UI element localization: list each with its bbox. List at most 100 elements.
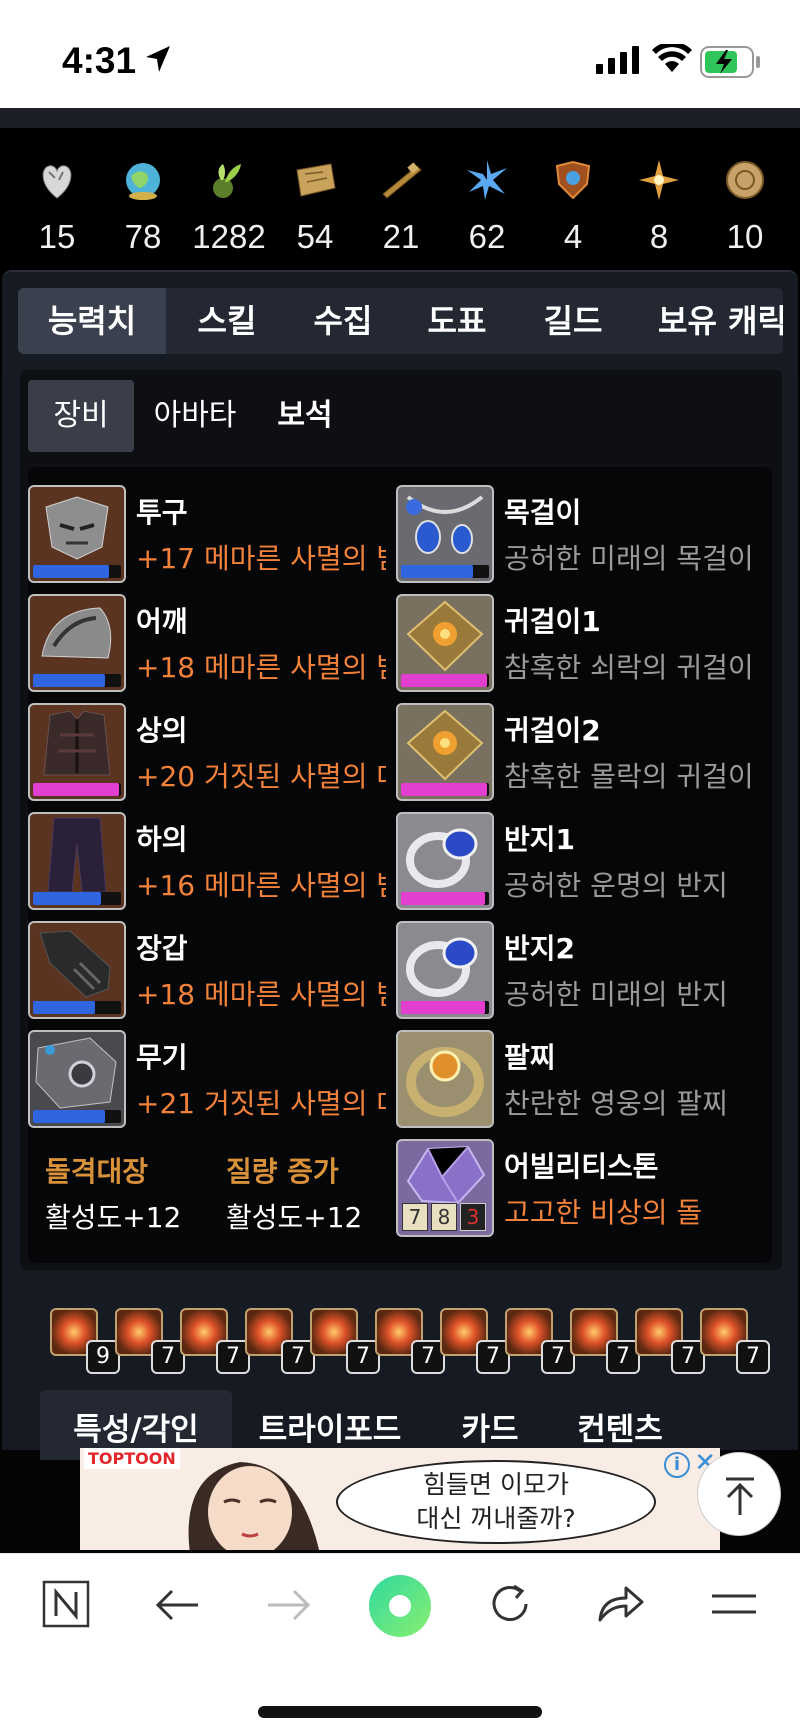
wifi-icon — [652, 44, 692, 72]
tab-characters[interactable]: 보유 캐릭 — [632, 288, 783, 354]
quality-bar — [401, 565, 473, 578]
gem-slot[interactable]: 7 — [700, 1308, 770, 1374]
share-icon[interactable] — [596, 1584, 646, 1624]
refresh-icon[interactable] — [488, 1582, 532, 1626]
tab-gems[interactable]: 보석 — [262, 380, 348, 452]
weapon-thumbnail — [28, 1030, 126, 1128]
engraving-value: 활성도+12 — [226, 1201, 363, 1234]
equip-shoulder[interactable]: 어깨 +18 메마른 사멸의 밤 견 — [28, 594, 388, 692]
stone-level: 7 — [402, 1203, 428, 1231]
resource-compass[interactable]: 8 — [616, 158, 702, 256]
quality-bar — [33, 1001, 95, 1014]
equip-chest[interactable]: 상의 +20 거짓된 사멸의 대지 — [28, 703, 388, 801]
tab-guild[interactable]: 길드 — [514, 288, 632, 354]
ring-icon — [406, 937, 478, 997]
equip-earring2[interactable]: 귀걸이2 참혹한 몰락의 귀걸이 — [396, 703, 776, 801]
equip-weapon[interactable]: 무기 +21 거짓된 사멸의 대지 — [28, 1030, 388, 1128]
menu-icon[interactable] — [710, 1590, 758, 1618]
cellular-signal-icon — [596, 46, 639, 74]
earring-icon — [406, 600, 484, 672]
gem-slot[interactable]: 7 — [635, 1308, 705, 1374]
chest-armor-icon — [43, 710, 111, 776]
engraving-name[interactable]: 질량 증가 — [226, 1150, 339, 1190]
equip-item-name: +18 메마른 사멸의 밤 견 — [136, 651, 386, 684]
equip-slot-name: 어빌리티스톤 — [504, 1150, 659, 1183]
gem-slot[interactable]: 7 — [245, 1308, 315, 1374]
helmet-icon — [45, 496, 109, 560]
gem-slot[interactable]: 7 — [375, 1308, 445, 1374]
ad-brand-logo: TOPTOON — [84, 1448, 180, 1469]
ring-icon — [406, 828, 478, 888]
stone-level: 8 — [431, 1203, 457, 1231]
tab-stats[interactable]: 능력치 — [18, 288, 166, 354]
map-scroll-icon — [296, 163, 336, 197]
equip-item-name: 공허한 미래의 반지 — [504, 978, 728, 1011]
ability-stone-thumbnail: 7 8 3 — [396, 1139, 494, 1237]
equip-ability-stone[interactable]: 7 8 3 어빌리티스톤 고고한 비상의 돌 — [396, 1139, 776, 1237]
resource-telescope[interactable]: 21 — [358, 158, 444, 256]
earring2-thumbnail — [396, 703, 494, 801]
compass-star-icon — [639, 160, 679, 200]
gem-slot[interactable]: 7 — [570, 1308, 640, 1374]
ad-banner[interactable]: TOPTOON 힘들면 이모가 대신 꺼내줄까? i ✕ — [80, 1448, 720, 1550]
necklace-icon — [406, 495, 484, 554]
equip-slot-name: 반지1 — [504, 823, 576, 856]
resource-coin[interactable]: 10 — [702, 158, 788, 256]
equip-gloves[interactable]: 장갑 +18 메마른 사멸의 밤 장 — [28, 921, 388, 1019]
tab-avatar[interactable]: 아바타 — [140, 380, 250, 452]
resource-leaf[interactable]: 62 — [444, 158, 530, 256]
earring1-thumbnail — [396, 594, 494, 692]
gem-level: 7 — [736, 1340, 770, 1374]
gem-slot[interactable]: 7 — [115, 1308, 185, 1374]
quality-bar — [33, 1110, 105, 1123]
naver-home-icon[interactable] — [42, 1580, 90, 1628]
equip-slot-name: 하의 — [136, 823, 188, 856]
resource-heart[interactable]: 15 — [14, 158, 100, 256]
equip-ring2[interactable]: 반지2 공허한 미래의 반지 — [396, 921, 776, 1019]
naver-green-dot-icon[interactable] — [368, 1574, 432, 1638]
resource-sprout[interactable]: 1282 — [186, 158, 272, 256]
gloves-thumbnail — [28, 921, 126, 1019]
equip-necklace[interactable]: 목걸이 공허한 미래의 목걸이 — [396, 485, 776, 583]
equip-item-name: 참혹한 쇠락의 귀걸이 — [504, 651, 754, 684]
quality-bar — [33, 892, 101, 905]
gem-slot[interactable]: 9 — [50, 1308, 120, 1374]
tab-equipment[interactable]: 장비 — [28, 380, 134, 452]
gem-slot[interactable]: 7 — [440, 1308, 510, 1374]
resource-globe[interactable]: 78 — [100, 158, 186, 256]
back-arrow-icon[interactable] — [154, 1585, 200, 1625]
equip-ring1[interactable]: 반지1 공허한 운명의 반지 — [396, 812, 776, 910]
ad-speech-bubble: 힘들면 이모가 대신 꺼내줄까? — [336, 1460, 656, 1544]
equip-item-name: 참혹한 몰락의 귀걸이 — [504, 760, 754, 793]
gem-slot[interactable]: 7 — [180, 1308, 250, 1374]
sprout-icon — [213, 164, 241, 198]
gem-slot[interactable]: 7 — [505, 1308, 575, 1374]
tab-skills[interactable]: 스킬 — [168, 288, 286, 354]
engraving-name[interactable]: 돌격대장 — [45, 1150, 148, 1190]
main-tab-bar: 능력치 스킬 수집 도표 길드 보유 캐릭 — [18, 288, 783, 354]
earring-icon — [406, 709, 484, 781]
ad-info-icon[interactable]: i — [664, 1452, 690, 1478]
status-bar: 4:31 — [0, 0, 800, 108]
equip-item-name: +21 거짓된 사멸의 대지 — [136, 1087, 386, 1120]
bracelet-icon — [406, 1047, 484, 1117]
gem-slot[interactable]: 7 — [310, 1308, 380, 1374]
resource-map[interactable]: 54 — [272, 158, 358, 256]
resource-medal[interactable]: 4 — [530, 158, 616, 256]
quality-bar — [33, 565, 109, 578]
equip-bracelet[interactable]: 팔찌 찬란한 영웅의 팔찌 — [396, 1030, 776, 1128]
equip-slot-name: 어깨 — [136, 605, 188, 638]
resource-value: 54 — [296, 218, 334, 255]
equip-earring1[interactable]: 귀걸이1 참혹한 쇠락의 귀걸이 — [396, 594, 776, 692]
engraving-value: 활성도+12 — [45, 1201, 182, 1234]
scroll-to-top-button[interactable] — [697, 1452, 781, 1536]
equip-pants[interactable]: 하의 +16 메마른 사멸의 밤 하 — [28, 812, 388, 910]
forward-arrow-icon[interactable] — [266, 1585, 312, 1625]
quality-bar — [401, 1001, 485, 1014]
equip-helmet[interactable]: 투구 +17 메마른 사멸의 밤 머 — [28, 485, 388, 583]
equip-slot-name: 상의 — [136, 714, 188, 747]
tab-collection[interactable]: 수집 — [286, 288, 400, 354]
tab-charts[interactable]: 도표 — [400, 288, 514, 354]
resource-value: 8 — [649, 218, 669, 255]
ad-character-illustration — [188, 1462, 319, 1550]
